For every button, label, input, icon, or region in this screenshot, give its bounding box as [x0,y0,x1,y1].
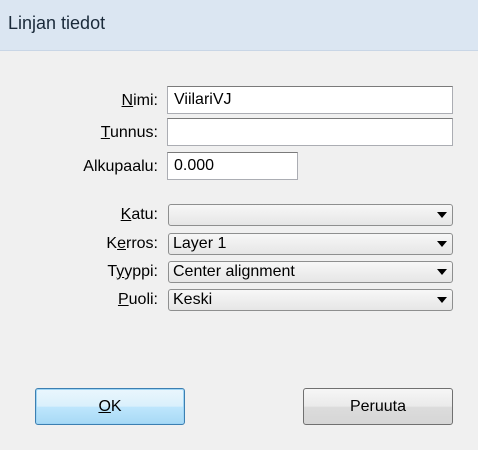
tunnus-input[interactable] [167,118,453,146]
chevron-down-icon [437,241,447,247]
chevron-down-icon [437,212,447,218]
dialog-title: Linjan tiedot [8,13,106,33]
kerros-label: Kerros: [106,235,158,252]
ok-button[interactable]: OK [35,388,185,425]
kerros-value: Layer 1 [173,235,227,252]
tyyppi-combo[interactable]: Center alignment [168,261,453,283]
puoli-value: Keski [173,291,213,308]
alkupaalu-input[interactable]: 0.000 [167,152,298,180]
nimi-label: Nimi: [121,92,158,109]
line-properties-dialog: Linjan tiedot Nimi: ViilariVJ Tunnus: Al… [0,0,478,450]
puoli-combo[interactable]: Keski [168,289,453,311]
nimi-input[interactable]: ViilariVJ [167,86,453,114]
tunnus-label: Tunnus: [100,124,158,141]
chevron-down-icon [437,297,447,303]
title-bar: Linjan tiedot [0,0,478,51]
cancel-button[interactable]: Peruuta [303,388,453,425]
chevron-down-icon [437,269,447,275]
puoli-label: Puoli: [117,291,158,308]
kerros-combo[interactable]: Layer 1 [168,233,453,255]
alkupaalu-label: Alkupaalu: [83,158,158,175]
katu-label: Katu: [120,206,158,223]
tyyppi-label: Tyyppi: [107,263,158,280]
tyyppi-value: Center alignment [173,263,295,280]
katu-combo[interactable] [168,204,453,226]
